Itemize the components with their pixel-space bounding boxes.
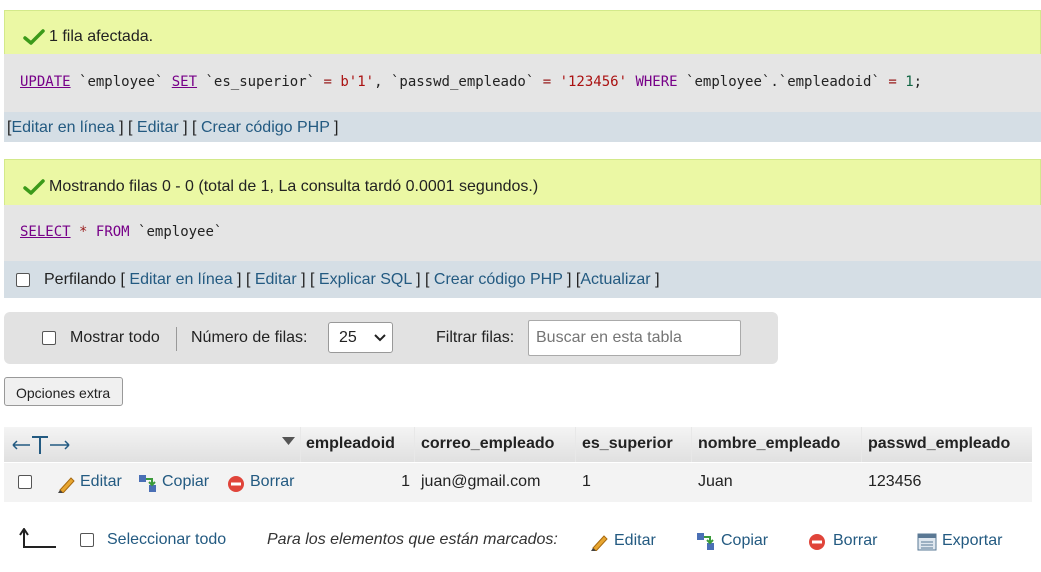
sql-value: '123456' xyxy=(559,74,628,90)
sql-identifier: `passwd_empleado` xyxy=(390,74,535,90)
bracket: ] [ xyxy=(237,271,251,288)
column-header-label: es_superior xyxy=(582,435,673,452)
move-columns-icon[interactable] xyxy=(12,435,72,455)
delete-icon[interactable] xyxy=(227,475,245,493)
sql-operator: * xyxy=(79,224,88,240)
copy-icon[interactable] xyxy=(138,474,158,494)
cell-passwd[interactable]: 123456 xyxy=(868,473,921,491)
pencil-icon[interactable] xyxy=(590,533,610,551)
sql-punct: ; xyxy=(913,74,923,90)
column-header[interactable]: nombre_empleado xyxy=(692,427,861,462)
edit-inline-link[interactable]: Editar en línea xyxy=(129,271,232,288)
sql-query-2: SELECT * FROM `employee` xyxy=(4,205,1041,261)
checkmark-icon xyxy=(23,29,45,45)
sql-value: b'1' xyxy=(340,74,375,90)
bracket: ] [ xyxy=(183,119,197,136)
message-text: 1 fila afectada. xyxy=(49,28,154,45)
column-header[interactable]: passwd_empleado xyxy=(862,427,1032,462)
extra-options-label: Opciones extra xyxy=(16,385,111,401)
success-message-1: 1 fila afectada. xyxy=(4,10,1041,54)
export-icon[interactable] xyxy=(917,533,937,551)
sql-operator: = xyxy=(888,74,897,90)
row-checkbox[interactable] xyxy=(18,475,32,489)
column-resize-control[interactable] xyxy=(4,427,300,462)
filter-input[interactable] xyxy=(528,320,741,356)
cell-es-superior[interactable]: 1 xyxy=(582,473,591,491)
message-text: Mostrando filas 0 - 0 (total de 1, La co… xyxy=(49,178,539,195)
sort-triangle-icon[interactable] xyxy=(282,437,295,446)
row-delete-link[interactable]: Borrar xyxy=(250,473,294,491)
column-header-label: nombre_empleado xyxy=(698,435,841,452)
sql-query-1: UPDATE `employee` SET `es_superior` = b'… xyxy=(4,54,1041,112)
query-links-1: [Editar en línea ] [ Editar ] [ Crear có… xyxy=(4,112,1041,142)
chevron-down-icon xyxy=(374,334,386,342)
filter-label: Filtrar filas: xyxy=(436,329,515,346)
sql-keyword: FROM xyxy=(95,224,130,240)
column-header-label: empleadoid xyxy=(306,435,395,452)
profiling-checkbox[interactable] xyxy=(16,273,30,287)
sql-identifier: `employee` xyxy=(79,74,164,90)
bracket: ] [ xyxy=(567,271,581,288)
sql-punct: , xyxy=(374,74,383,90)
bulk-edit-link[interactable]: Editar xyxy=(614,532,656,550)
edit-link[interactable]: Editar xyxy=(255,271,297,288)
edit-inline-link[interactable]: Editar en línea xyxy=(11,119,114,136)
create-php-link[interactable]: Crear código PHP xyxy=(434,271,563,288)
refresh-link[interactable]: Actualizar xyxy=(580,271,650,288)
results-table-header: empleadoid correo_empleado es_superior n… xyxy=(4,427,1032,462)
select-all-link[interactable]: Seleccionar todo xyxy=(107,531,226,549)
sql-value: 1 xyxy=(905,74,914,90)
rows-select[interactable]: 25 xyxy=(328,322,393,353)
table-navigation-bar: Mostrar todo Número de filas: 25 Filtrar… xyxy=(4,312,778,364)
extra-options-button[interactable]: Opciones extra xyxy=(4,377,123,406)
bracket: ] xyxy=(655,271,660,288)
bulk-delete-link[interactable]: Borrar xyxy=(833,532,877,550)
rows-label: Número de filas: xyxy=(191,329,308,346)
sql-identifier: `es_superior` xyxy=(205,74,316,90)
profiling-label: Perfilando xyxy=(44,271,117,288)
cell-empleadoid[interactable]: 1 xyxy=(301,473,410,491)
sql-keyword: WHERE xyxy=(635,74,678,90)
table-row: Editar Copiar Borrar 1 juan@gmail.com 1 … xyxy=(4,463,1032,502)
explain-sql-link[interactable]: Explicar SQL xyxy=(319,271,412,288)
edit-link[interactable]: Editar xyxy=(137,119,179,136)
bracket: ] xyxy=(334,119,339,136)
bracket: ] [ xyxy=(119,119,133,136)
column-header[interactable]: empleadoid xyxy=(301,427,414,462)
bracket: ] [ xyxy=(301,271,315,288)
show-all-label: Mostrar todo xyxy=(70,329,160,346)
bracket: ] [ xyxy=(416,271,430,288)
select-all-checkbox[interactable] xyxy=(80,533,94,547)
sql-keyword[interactable]: SELECT xyxy=(20,224,71,240)
bulk-export-link[interactable]: Exportar xyxy=(942,532,1002,550)
bracket: [ xyxy=(120,271,125,288)
copy-icon[interactable] xyxy=(696,532,716,552)
sql-identifier: `employee`.`empleadoid` xyxy=(686,74,880,90)
column-header-label: passwd_empleado xyxy=(868,435,1011,452)
pencil-icon[interactable] xyxy=(57,475,77,493)
bulk-copy-link[interactable]: Copiar xyxy=(721,532,768,550)
divider xyxy=(176,327,177,351)
sql-keyword[interactable]: UPDATE xyxy=(20,74,71,90)
sql-keyword[interactable]: SET xyxy=(172,74,197,90)
column-header[interactable]: correo_empleado xyxy=(415,427,575,462)
sql-operator: = xyxy=(542,74,552,90)
row-copy-link[interactable]: Copiar xyxy=(162,473,209,491)
sql-identifier: `employee` xyxy=(138,224,223,240)
create-php-link[interactable]: Crear código PHP xyxy=(201,119,330,136)
query-links-2: Perfilando [ Editar en línea ] [ Editar … xyxy=(4,261,1041,298)
arrow-up-left-icon xyxy=(19,528,56,548)
column-header[interactable]: es_superior xyxy=(576,427,691,462)
cell-nombre[interactable]: Juan xyxy=(698,473,733,491)
sql-operator: = xyxy=(323,74,332,90)
success-message-2: Mostrando filas 0 - 0 (total de 1, La co… xyxy=(4,159,1041,205)
checkmark-icon xyxy=(23,179,45,195)
show-all-checkbox[interactable] xyxy=(42,331,56,345)
column-header-label: correo_empleado xyxy=(421,435,555,452)
marked-label: Para los elementos que están marcados: xyxy=(267,531,558,548)
delete-icon[interactable] xyxy=(808,533,826,551)
row-edit-link[interactable]: Editar xyxy=(80,473,122,491)
rows-select-value: 25 xyxy=(339,329,357,346)
cell-correo[interactable]: juan@gmail.com xyxy=(421,473,540,491)
